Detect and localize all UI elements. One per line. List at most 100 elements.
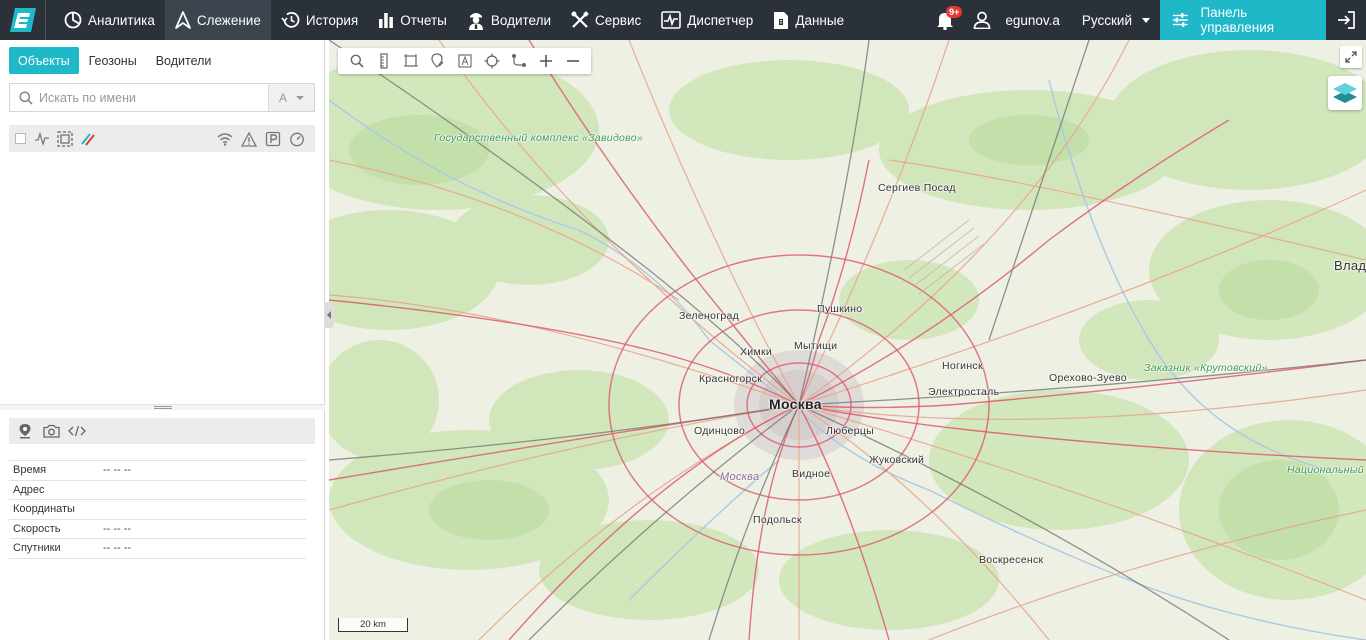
map-label-moskva-river: Москва — [720, 471, 760, 483]
locate-button[interactable] — [478, 49, 505, 73]
header-status-icons — [211, 129, 307, 149]
plus-icon — [539, 55, 552, 67]
sort-label: A — [278, 90, 287, 105]
collapse-panel-button[interactable] — [324, 302, 334, 328]
nav-history[interactable]: История — [271, 0, 368, 40]
service-tools-icon — [571, 11, 589, 28]
filter-connection-icon[interactable] — [78, 129, 98, 149]
nav-tracking[interactable]: Слежение — [164, 0, 271, 40]
table-row: Координаты — [9, 499, 306, 520]
nav-service[interactable]: Сервис — [561, 0, 651, 40]
language-select[interactable]: Русский — [1068, 0, 1160, 40]
nav-tracking-label: Слежение — [196, 12, 261, 28]
map-layers-button[interactable] — [1328, 76, 1362, 110]
filter-device-icon[interactable] — [55, 129, 75, 149]
text-label-button[interactable] — [451, 49, 478, 73]
logout-icon — [1338, 11, 1355, 29]
warning-icon[interactable] — [239, 129, 259, 149]
nav-dispatcher-label: Диспетчер — [687, 12, 754, 28]
tab-geozones[interactable]: Геозоны — [80, 47, 146, 74]
code-icon[interactable] — [67, 421, 87, 441]
crosshair-icon — [484, 53, 499, 69]
nav-reports[interactable]: Отчеты — [368, 0, 457, 40]
logout-button[interactable] — [1326, 0, 1366, 40]
sliders-icon — [1172, 13, 1188, 27]
logo-icon — [9, 8, 36, 32]
info-value — [99, 480, 306, 500]
user-menu[interactable]: egunov.a — [965, 0, 1068, 40]
username: egunov.a — [1005, 12, 1060, 28]
table-row: Адрес — [9, 480, 306, 500]
camera-icon[interactable] — [41, 421, 61, 441]
control-panel-label: Панель управления — [1200, 5, 1275, 35]
location-pin-icon[interactable] — [15, 421, 35, 441]
nav-drivers-label: Водители — [490, 12, 552, 28]
chevron-down-icon — [1142, 17, 1150, 23]
marker-edit-icon — [430, 53, 444, 68]
minus-icon — [566, 60, 579, 62]
map-label-noginsk: Ногинск — [942, 360, 983, 372]
nav-reports-label: Отчеты — [400, 12, 447, 28]
map-tiles — [329, 40, 1366, 640]
map-label-moskva: Москва — [769, 396, 822, 412]
language-label: Русский — [1081, 12, 1132, 28]
info-key: Скорость — [9, 519, 99, 539]
dispatcher-pulse-icon — [661, 11, 682, 29]
filter-motion-icon[interactable] — [32, 129, 52, 149]
zoom-out-button[interactable] — [559, 49, 586, 73]
reports-bar-chart-icon — [379, 13, 394, 28]
control-panel-button[interactable]: Панель управления — [1160, 0, 1326, 40]
main-nav: Аналитика Слежение История Отчеты Водите… — [54, 0, 854, 40]
driver-icon — [468, 13, 483, 30]
info-key: Спутники — [9, 538, 99, 559]
analytics-icon — [64, 11, 82, 29]
map-toolbar — [338, 48, 591, 74]
signal-icon[interactable] — [215, 129, 235, 149]
ruler-icon — [379, 53, 388, 69]
data-file-icon — [774, 11, 789, 29]
map-label-zavidovo: Государственный комплекс «Завидово» — [434, 132, 644, 144]
info-key: Время — [9, 460, 99, 481]
table-row: Спутники -- -- -- — [9, 538, 306, 559]
nav-data-label: Данные — [795, 12, 845, 28]
expand-icon — [1345, 51, 1357, 63]
route-button[interactable] — [505, 49, 532, 73]
left-tabs: Объекты Геозоны Водители — [9, 47, 221, 74]
speedometer-icon[interactable] — [287, 129, 307, 149]
area-measure-icon — [403, 54, 418, 67]
nav-drivers[interactable]: Водители — [457, 0, 561, 40]
map-view[interactable]: Государственный комплекс «Завидово» Серг… — [329, 40, 1366, 640]
info-value: -- -- -- — [99, 519, 306, 539]
map-label-krasnogorsk: Красногорск — [699, 373, 763, 385]
map-search-button[interactable] — [343, 49, 370, 73]
notifications-badge: 9+ — [946, 6, 963, 18]
sort-dropdown[interactable]: A — [268, 84, 314, 111]
notifications-button[interactable]: 9+ — [925, 0, 965, 40]
search-input[interactable] — [39, 90, 265, 105]
panel-splitter[interactable] — [0, 404, 325, 410]
tab-objects[interactable]: Объекты — [9, 47, 79, 74]
nav-analytics[interactable]: Аналитика — [54, 0, 165, 40]
tab-drivers[interactable]: Водители — [147, 47, 221, 74]
map-label-orekhovo-zuevo: Орехово-Зуево — [1049, 372, 1127, 384]
nav-data[interactable]: Данные — [763, 0, 854, 40]
ruler-button[interactable] — [370, 49, 397, 73]
map-label-mytishchi: Мытищи — [794, 340, 838, 352]
fullscreen-button[interactable] — [1340, 46, 1362, 68]
zoom-in-button[interactable] — [532, 49, 559, 73]
nav-dispatcher[interactable]: Диспетчер — [651, 0, 763, 40]
parking-icon[interactable] — [263, 129, 283, 149]
user-icon — [973, 11, 991, 29]
area-measure-button[interactable] — [397, 49, 424, 73]
map-label-zelenograd: Зеленоград — [679, 310, 740, 322]
nav-service-label: Сервис — [595, 12, 642, 28]
add-marker-button[interactable] — [424, 49, 451, 73]
select-all-checkbox[interactable] — [15, 133, 26, 144]
app-logo[interactable] — [0, 0, 46, 40]
info-key: Адрес — [9, 480, 99, 500]
search-box: A — [9, 83, 315, 112]
map-scale: 20 km — [338, 618, 408, 632]
info-key: Координаты — [9, 499, 99, 520]
left-panel: Объекты Геозоны Водители A — [0, 40, 325, 640]
nav-history-label: История — [305, 12, 359, 28]
